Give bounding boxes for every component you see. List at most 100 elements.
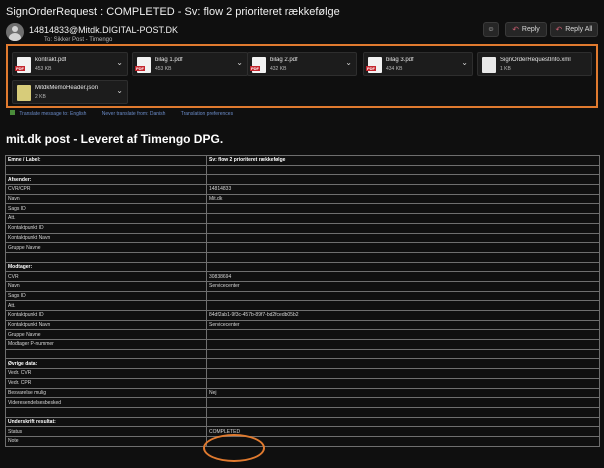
never-translate-link[interactable]: Never translate from: Danish — [102, 111, 166, 117]
table-row: Note — [5, 435, 600, 447]
row-value — [206, 416, 600, 428]
reply-all-label: Reply All — [565, 26, 593, 33]
attachment-bilag-1[interactable]: bilag 1.pdf 453 KB ⌄ — [132, 52, 248, 76]
table-row: CVR/CPR 14814833 — [5, 184, 600, 195]
row-label: Navn — [5, 280, 207, 292]
row-label: Att. — [5, 213, 207, 224]
status-highlight — [203, 434, 265, 462]
pdf-file-icon — [250, 57, 266, 73]
attachment-memoheader-json[interactable]: MitdkMemoHeader.json 2 KB ⌄ — [12, 80, 128, 104]
reply-arrow-icon: ↶ — [512, 25, 519, 34]
table-row: Sags ID — [5, 290, 600, 302]
row-label: Modtager: — [5, 261, 207, 273]
table-row: Kontaktpunkt Navn — [5, 232, 600, 244]
row-value — [206, 300, 600, 311]
row-value — [206, 174, 600, 186]
table-row — [5, 348, 600, 360]
attachment-name: bilag 1.pdf — [155, 57, 183, 63]
row-value — [206, 261, 600, 273]
table-row: Kontaktpunkt Navn Servicecenter — [5, 319, 600, 331]
table-row: Sags ID — [5, 203, 600, 215]
attachment-signorder-xml[interactable]: SignOrderRequestInfo.xml 1 KB — [477, 52, 592, 76]
attachment-name: SignOrderRequestInfo.xml — [500, 57, 571, 63]
window-title: SignOrderRequest : COMPLETED - Sv: flow … — [6, 6, 340, 18]
attachment-kontrakt[interactable]: kontrakt.pdf 453 KB ⌄ — [12, 52, 128, 76]
row-label: Gruppe Navne — [5, 329, 207, 341]
row-label — [5, 406, 207, 418]
row-label: Kontaktpunkt ID — [5, 310, 207, 321]
row-value — [206, 242, 600, 253]
table-row: Besvarelse mulig Nej — [5, 387, 600, 399]
row-label: Kontaktpunkt Navn — [5, 319, 207, 331]
chevron-down-icon[interactable]: ⌄ — [461, 58, 468, 67]
reply-all-button[interactable]: ↶ Reply All — [550, 22, 598, 37]
chevron-down-icon[interactable]: ⌄ — [236, 58, 243, 67]
table-row: Navn Servicecenter — [5, 280, 600, 292]
table-row: Videresendelsesbesked — [5, 397, 600, 408]
attachment-size: 432 KB — [270, 66, 287, 72]
message-title: mit.dk post - Leveret af Timengo DPG. — [6, 132, 224, 146]
attachment-name: MitdkMemoHeader.json — [35, 85, 99, 91]
table-row — [5, 406, 600, 418]
table-row: Navn Mit.dk — [5, 193, 600, 205]
table-row: Att. — [5, 300, 600, 311]
row-value — [206, 203, 600, 215]
row-value: 14814833 — [206, 184, 600, 195]
attachment-name: bilag 2.pdf — [270, 57, 298, 63]
chevron-down-icon[interactable]: ⌄ — [116, 58, 123, 67]
attachments-panel: kontrakt.pdf 453 KB ⌄ bilag 1.pdf 453 KB… — [6, 44, 598, 108]
table-row: Emne / Label: Sv: flow 2 prioriteret rækk… — [5, 155, 600, 166]
attachment-bilag-2[interactable]: bilag 2.pdf 432 KB ⌄ — [247, 52, 357, 76]
row-value: Servicecenter — [206, 319, 600, 331]
row-label: Status — [5, 426, 207, 437]
row-value: Nej — [206, 387, 600, 399]
metadata-table: Emne / Label: Sv: flow 2 prioriteret rækk… — [5, 155, 600, 447]
table-row: CVR 30838694 — [5, 271, 600, 282]
reply-label: Reply — [521, 26, 540, 33]
row-value: Servicecenter — [206, 280, 600, 292]
row-label: Gruppe Navne — [5, 242, 207, 253]
row-value — [206, 435, 600, 447]
row-label: Vedr. CPR — [5, 377, 207, 389]
attachment-size: 453 KB — [155, 66, 172, 72]
table-row: Gruppe Navne — [5, 242, 600, 253]
table-row — [5, 164, 600, 176]
row-label: Afsender: — [5, 174, 207, 186]
translate-icon — [10, 110, 15, 115]
row-label: CVR/CPR — [5, 184, 207, 195]
reply-button[interactable]: ↶ Reply — [505, 22, 547, 37]
row-label: Modtager P-nummer — [5, 339, 207, 350]
row-value: 30838694 — [206, 271, 600, 282]
row-value: Mit.dk — [206, 193, 600, 205]
sender-address[interactable]: 14814833@Mitdk.DIGITAL-POST.DK — [29, 25, 178, 35]
row-label: Videresendelsesbesked — [5, 397, 207, 408]
table-row — [5, 251, 600, 263]
row-value — [206, 406, 600, 418]
table-row: Vedr. CVR — [5, 368, 600, 379]
row-label: Note — [5, 435, 207, 447]
attachment-name: bilag 3.pdf — [386, 57, 414, 63]
row-value — [206, 368, 600, 379]
table-row: Kontaktpunkt ID — [5, 222, 600, 234]
table-row: Underskrift resultat: — [5, 416, 600, 428]
row-label: Sags ID — [5, 203, 207, 215]
row-label: Vedr. CVR — [5, 368, 207, 379]
row-value: Sv: flow 2 prioriteret rækkefølge — [206, 155, 600, 166]
reply-all-arrow-icon: ↶ — [555, 25, 563, 34]
avatar[interactable] — [6, 23, 24, 41]
row-label: Sags ID — [5, 290, 207, 302]
row-value — [206, 397, 600, 408]
row-value — [206, 290, 600, 302]
pdf-file-icon — [15, 57, 31, 73]
emoji-button[interactable]: ☺ — [483, 22, 499, 37]
row-value — [206, 222, 600, 234]
row-value — [206, 348, 600, 360]
table-row: Status COMPLETED — [5, 426, 600, 437]
translate-link[interactable]: Translate message to: English — [19, 111, 86, 117]
translation-preferences-link[interactable]: Translation preferences — [181, 111, 233, 117]
chevron-down-icon[interactable]: ⌄ — [116, 86, 123, 95]
attachment-bilag-3[interactable]: bilag 3.pdf 434 KB ⌄ — [363, 52, 473, 76]
recipient-line: To: Sikker Post - Timengo — [44, 37, 113, 43]
chevron-down-icon[interactable]: ⌄ — [345, 58, 352, 67]
row-label: Navn — [5, 193, 207, 205]
